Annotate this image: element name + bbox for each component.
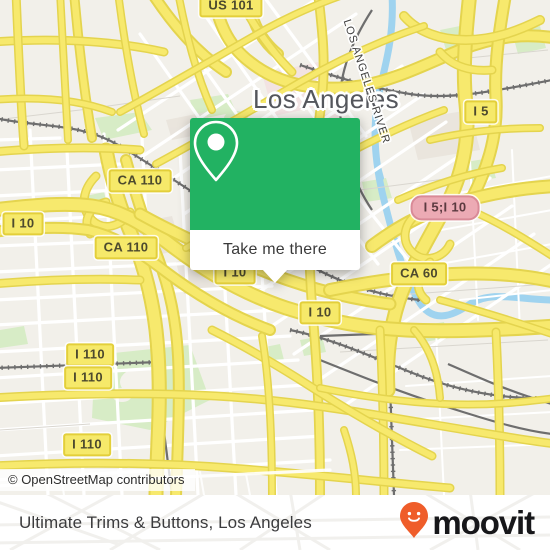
highway-shield[interactable]: CA 60	[391, 262, 447, 286]
highway-shield[interactable]: CA 110	[108, 169, 172, 193]
popup-pointer-tail	[262, 269, 288, 283]
osm-attribution[interactable]: © OpenStreetMap contributors	[0, 469, 195, 491]
map-canvas[interactable]: .mc{fill:none;stroke:#e4d44e;stroke-line…	[0, 0, 550, 495]
place-title: Ultimate Trims & Buttons, Los Angeles	[19, 512, 312, 532]
footer-bar: Ultimate Trims & Buttons, Los Angeles mo…	[0, 495, 550, 550]
popup-action-area[interactable]: Take me there	[190, 230, 360, 283]
moovit-pin-smiley-icon	[399, 501, 429, 544]
highway-shield[interactable]: I 110	[63, 433, 111, 457]
highway-shield[interactable]: I 5;I 10	[410, 195, 480, 221]
moovit-wordmark: moovit	[432, 504, 535, 541]
highway-shield[interactable]: CA 110	[94, 236, 158, 260]
highway-shield[interactable]: I 10	[2, 212, 44, 236]
popup-pin-area	[190, 118, 360, 230]
highway-shield[interactable]: I 110	[64, 366, 112, 390]
highway-shield[interactable]: I 5	[464, 100, 498, 124]
map-screenshot: .mc{fill:none;stroke:#e4d44e;stroke-line…	[0, 0, 550, 550]
moovit-brand[interactable]: moovit	[399, 501, 535, 544]
highway-shield[interactable]: I 10	[299, 301, 341, 325]
destination-popup-card[interactable]: Take me there	[190, 118, 360, 283]
highway-shield[interactable]: US 101	[199, 0, 263, 18]
take-me-there-button[interactable]: Take me there	[223, 241, 327, 259]
highway-shield[interactable]: I 110	[66, 343, 114, 367]
